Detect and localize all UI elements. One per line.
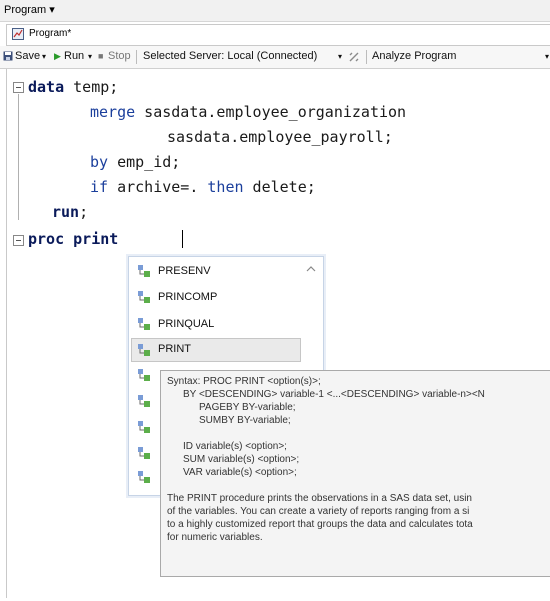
- code-line-2: merge sasdata.employee_organization: [90, 103, 407, 121]
- procedure-icon: [138, 265, 150, 277]
- procedure-icon: [138, 291, 150, 303]
- run-button[interactable]: Run: [64, 50, 84, 62]
- save-button[interactable]: Save: [15, 50, 40, 62]
- procedure-icon: [138, 395, 150, 407]
- fold-guide-line: [18, 94, 19, 220]
- code-line-3: sasdata.employee_payroll;: [167, 128, 393, 146]
- toolbar-separator: [366, 50, 367, 64]
- save-icon: [3, 51, 13, 61]
- program-menu-label[interactable]: Program ▾: [4, 3, 55, 16]
- run-dropdown-icon[interactable]: ▾: [88, 52, 92, 61]
- text-caret: [182, 230, 183, 248]
- autocomplete-item-selected[interactable]: PRINT: [131, 338, 301, 362]
- analyze-program-button[interactable]: Analyze Program: [372, 50, 456, 62]
- scroll-up-icon[interactable]: [305, 263, 317, 275]
- autocomplete-item[interactable]: PRINQUAL: [131, 313, 301, 337]
- code-line-7: proc print: [28, 230, 119, 248]
- procedure-icon: [138, 471, 150, 483]
- analyze-dropdown-icon[interactable]: ▾: [545, 52, 549, 61]
- syntax-tooltip: Syntax: PROC PRINT <option(s)>; BY <DESC…: [160, 370, 550, 577]
- code-line-1: data temp;: [28, 78, 119, 96]
- program-menu[interactable]: Program ▾: [0, 0, 550, 22]
- procedure-icon: [138, 421, 150, 433]
- editor-window: Program ▾ Program* Save ▾ ▶ Run ▾ ■ Stop…: [0, 0, 550, 601]
- autocomplete-item[interactable]: PRESENV: [131, 260, 301, 284]
- server-selector[interactable]: Selected Server: Local (Connected): [143, 50, 317, 62]
- autocomplete-item[interactable]: PRINCOMP: [131, 286, 301, 310]
- procedure-icon: [138, 318, 150, 330]
- server-dropdown-icon[interactable]: ▾: [338, 52, 342, 61]
- program-tab[interactable]: Program*: [6, 24, 550, 46]
- run-icon: ▶: [54, 51, 61, 61]
- disconnect-icon[interactable]: [348, 51, 360, 63]
- fold-collapse-icon[interactable]: [13, 82, 24, 93]
- procedure-icon: [138, 369, 150, 381]
- stop-icon: ■: [98, 51, 104, 61]
- code-line-4: by emp_id;: [90, 153, 181, 171]
- code-line-6: run;: [52, 203, 89, 221]
- program-file-icon: [12, 28, 24, 40]
- toolbar: Save ▾ ▶ Run ▾ ■ Stop Selected Server: L…: [0, 46, 550, 69]
- save-dropdown-icon[interactable]: ▾: [42, 52, 46, 61]
- procedure-icon: [138, 447, 150, 459]
- fold-collapse-icon[interactable]: [13, 235, 24, 246]
- procedure-icon: [138, 344, 150, 356]
- stop-button[interactable]: Stop: [108, 50, 131, 62]
- code-line-5: if archive=. then delete;: [90, 178, 316, 196]
- toolbar-separator: [136, 50, 137, 64]
- tab-title: Program*: [29, 28, 72, 39]
